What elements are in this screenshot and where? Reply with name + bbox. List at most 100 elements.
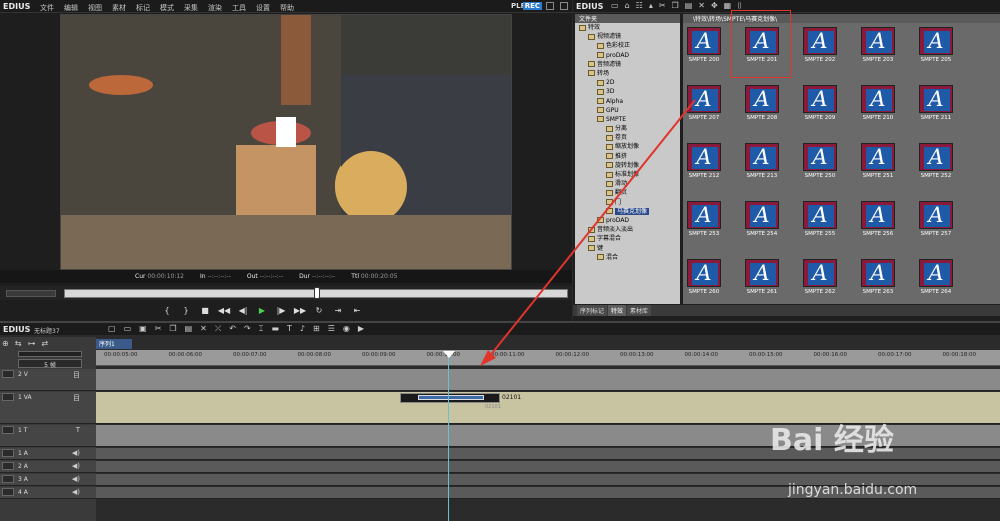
menu-item-5[interactable]: 模式	[160, 3, 174, 13]
tree-item[interactable]: 分离	[575, 124, 680, 133]
mixer-icon[interactable]: ☰	[328, 324, 335, 334]
copy-icon[interactable]: ❐	[169, 324, 176, 334]
rewind-icon[interactable]: ◀◀	[217, 304, 231, 316]
timecode-ruler[interactable]: 00:00:05:00 00:00:06:00 00:00:07:00 00:00:0…	[96, 350, 1000, 366]
up-icon[interactable]: ▴	[649, 1, 653, 11]
transition-thumbnail[interactable]: A	[919, 85, 953, 113]
track-toggle[interactable]	[2, 393, 14, 401]
transition-thumbnail[interactable]: A	[687, 201, 721, 229]
close-icon[interactable]	[560, 2, 568, 10]
transition-thumbnail[interactable]: A	[803, 143, 837, 171]
transition-marker[interactable]	[418, 395, 484, 400]
tree-icon[interactable]: ☷	[636, 1, 643, 11]
tree-item[interactable]: 马赛克划像	[575, 207, 680, 216]
track-state-icon[interactable]: 目	[73, 393, 80, 403]
tree-item[interactable]: 音频淡入淡出	[575, 225, 680, 234]
transition-thumbnail[interactable]: A	[803, 201, 837, 229]
transition-thumbnail[interactable]: A	[803, 85, 837, 113]
transition-thumbnail[interactable]: A	[919, 143, 953, 171]
tree-item[interactable]: 推挤	[575, 152, 680, 161]
minimize-icon[interactable]	[546, 2, 554, 10]
delete-icon[interactable]: ✕	[698, 1, 705, 11]
export-icon[interactable]: ▶	[358, 324, 364, 334]
delete-icon[interactable]: ✕	[200, 324, 207, 334]
tree-item[interactable]: 键	[575, 244, 680, 253]
transition-thumbnail[interactable]: A	[861, 27, 895, 55]
transition-thumbnail[interactable]: A	[919, 259, 953, 287]
split-icon[interactable]: ⌶	[259, 324, 264, 334]
track-header[interactable]: 2 A ◀)	[0, 461, 96, 473]
tree-item[interactable]: 翻页	[575, 188, 680, 197]
panel-tab[interactable]: 特效	[608, 305, 627, 316]
ripple-delete-icon[interactable]: ⤫	[215, 324, 221, 334]
properties-icon[interactable]: ✥	[711, 1, 718, 11]
transition-thumbnail[interactable]: A	[861, 259, 895, 287]
tree-item[interactable]: 特效	[575, 23, 680, 32]
render-icon[interactable]: ◉	[343, 324, 350, 334]
zoom-slider[interactable]	[18, 351, 82, 357]
overwrite-icon[interactable]: ⇤	[350, 304, 364, 316]
transition-thumbnail[interactable]: A	[745, 143, 779, 171]
loop-icon[interactable]: ↻	[312, 304, 326, 316]
tree-item[interactable]: 音频滤镜	[575, 60, 680, 69]
snap-icon[interactable]: ⊞	[313, 324, 320, 334]
transition-thumbnail[interactable]: A	[861, 143, 895, 171]
paste-icon[interactable]: ▤	[685, 1, 693, 11]
transition-thumbnail[interactable]: A	[919, 201, 953, 229]
copy-icon[interactable]: ❐	[672, 1, 679, 11]
undo-icon[interactable]: ↶	[229, 324, 236, 334]
transition-thumbnail[interactable]: A	[919, 27, 953, 55]
back-icon[interactable]: ⌂	[625, 1, 630, 11]
tree-item[interactable]: 2D	[575, 78, 680, 87]
track-header[interactable]: 1 T T	[0, 425, 96, 447]
transition-thumbnail[interactable]: A	[861, 201, 895, 229]
tree-item[interactable]: GPU	[575, 106, 680, 115]
menu-item-2[interactable]: 视图	[88, 3, 102, 13]
save-icon[interactable]: ▣	[139, 324, 147, 334]
sync-tool-icon[interactable]: ⇄	[41, 339, 48, 348]
track-header[interactable]: 1 VA 目	[0, 392, 96, 424]
tree-item[interactable]: 转场	[575, 69, 680, 78]
track-state-icon[interactable]: ◀)	[72, 462, 80, 470]
sequence-tab[interactable]: 序列1	[96, 339, 132, 349]
play-icon[interactable]: ▶	[255, 304, 269, 316]
zoom-select[interactable]: 5 帧	[18, 359, 82, 369]
track-toggle[interactable]	[2, 462, 14, 470]
fast-forward-icon[interactable]: ▶▶	[293, 304, 307, 316]
track-state-icon[interactable]: 目	[73, 370, 80, 380]
cut-icon[interactable]: ✂	[155, 324, 162, 334]
menu-item-6[interactable]: 采集	[184, 3, 198, 13]
transition-thumbnail[interactable]: A	[803, 27, 837, 55]
tree-item[interactable]: SMPTE	[575, 115, 680, 124]
timeline-cursor-head[interactable]	[443, 351, 455, 358]
track-toggle[interactable]	[2, 370, 14, 378]
track-state-icon[interactable]: ◀)	[72, 449, 80, 457]
tree-item[interactable]: proDAD	[575, 51, 680, 60]
tree-item[interactable]: 旋转划像	[575, 161, 680, 170]
menu-item-10[interactable]: 帮助	[280, 3, 294, 13]
track-lane[interactable]	[96, 369, 1000, 391]
insert-icon[interactable]: ⇥	[331, 304, 345, 316]
transition-thumbnail[interactable]: A	[687, 143, 721, 171]
track-header[interactable]: 3 A ◀)	[0, 474, 96, 486]
link-tool-icon[interactable]: ⊶	[27, 339, 35, 348]
track-header[interactable]: 2 V 目	[0, 369, 96, 391]
menu-item-8[interactable]: 工具	[232, 3, 246, 13]
rec-button[interactable]: REC	[522, 2, 542, 10]
step-back-icon[interactable]: ◀|	[236, 304, 250, 316]
stop-icon[interactable]: ■	[198, 304, 212, 316]
tree-item[interactable]: 视频滤镜	[575, 32, 680, 41]
tree-item[interactable]: 标准划像	[575, 170, 680, 179]
folder-icon[interactable]: ▭	[611, 1, 619, 11]
tree-item[interactable]: 缩放划像	[575, 142, 680, 151]
menu-item-9[interactable]: 设置	[256, 3, 270, 13]
track-header[interactable]: 4 A ◀)	[0, 487, 96, 499]
transition-thumbnail[interactable]: A	[687, 259, 721, 287]
track-tool-icon[interactable]: ⊕	[2, 339, 9, 348]
open-icon[interactable]: ▭	[124, 324, 132, 334]
track-toggle[interactable]	[2, 488, 14, 496]
tree-item[interactable]: 门	[575, 198, 680, 207]
redo-icon[interactable]: ↷	[244, 324, 251, 334]
track-toggle[interactable]	[2, 475, 14, 483]
track-state-icon[interactable]: T	[76, 426, 80, 434]
